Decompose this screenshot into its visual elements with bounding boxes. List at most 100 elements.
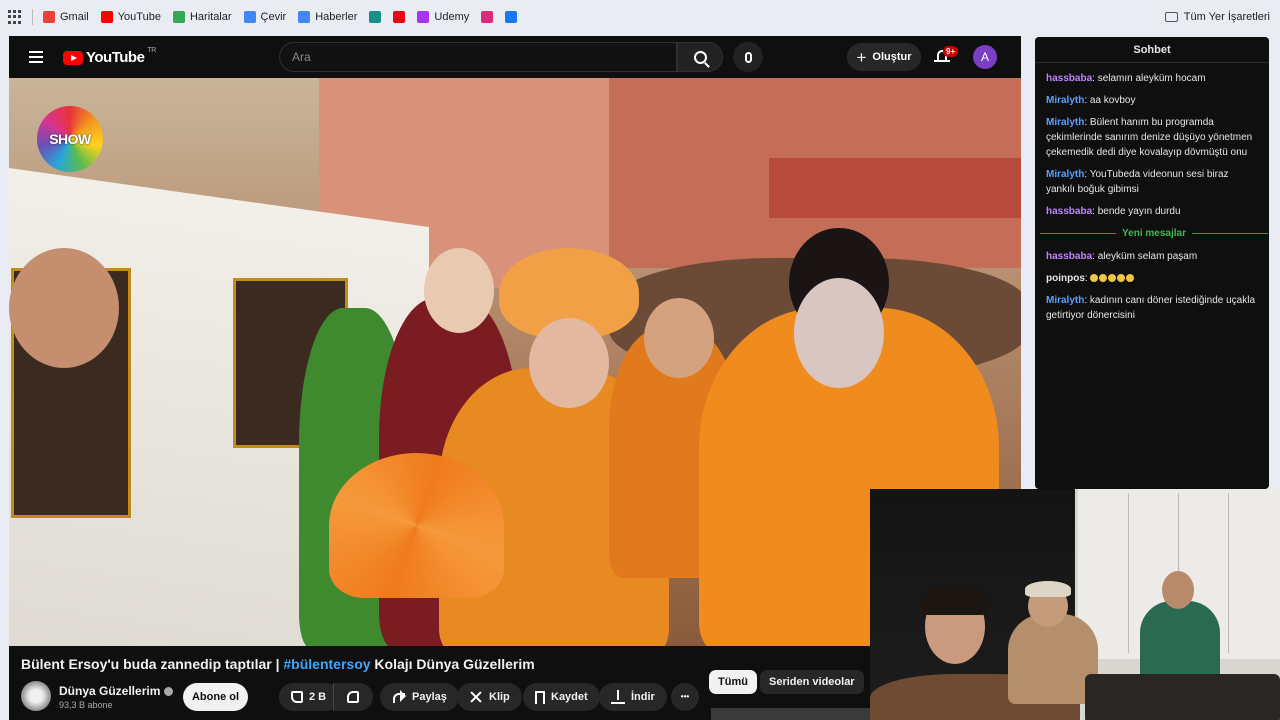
chip-all[interactable]: Tümü (709, 670, 757, 694)
chat-username[interactable]: hassbaba (1046, 206, 1092, 217)
notification-count-badge: 9+ (943, 46, 959, 57)
news-icon (298, 11, 311, 23)
chat-text: bende yayın durdu (1097, 206, 1181, 217)
chat-username[interactable]: Miralyth (1046, 169, 1084, 180)
edge-icon (369, 11, 382, 23)
chat-title: Sohbet (1035, 37, 1269, 63)
share-button[interactable]: Paylaş (380, 683, 459, 711)
bookmark-item[interactable] (505, 11, 518, 23)
apps-grid-icon[interactable] (8, 10, 22, 24)
show-tv-logo: SHOW (37, 106, 103, 172)
gmail-icon (43, 11, 55, 23)
scissors-icon (469, 690, 483, 704)
chat-message: Miralyth: kadının canı döner istediğinde… (1046, 293, 1259, 323)
new-messages-divider: Yeni mesajlar (1040, 226, 1268, 241)
clap-emoji-icon (1099, 274, 1108, 282)
bookmark-item[interactable] (393, 11, 406, 23)
chat-username[interactable]: Miralyth (1046, 295, 1084, 306)
udemy-icon (417, 11, 430, 23)
video-scene-fan (329, 453, 504, 598)
channel-name-link[interactable]: Dünya Güzellerim (59, 684, 174, 698)
video-scene-hand (9, 248, 119, 368)
menu-icon[interactable] (29, 51, 43, 63)
more-actions-button[interactable]: ••• (671, 683, 699, 711)
chat-message: Miralyth: aa kovboy (1046, 93, 1259, 108)
save-label: Kaydet (551, 691, 588, 703)
chat-username[interactable]: Miralyth (1046, 117, 1084, 128)
bookmark-label: Haberler (315, 11, 358, 23)
bookmark-item[interactable]: Haberler (298, 11, 357, 23)
video-scene-face (529, 318, 609, 408)
search-icon (693, 50, 707, 64)
translate-icon (243, 11, 256, 23)
chat-username[interactable]: Miralyth (1046, 95, 1084, 106)
subscribe-button[interactable]: Abone ol (183, 683, 248, 711)
bookmark-list: Gmail YouTube Haritalar Çevir Haberler Udemy (43, 11, 529, 23)
bookmark-item[interactable] (369, 11, 382, 23)
bookmark-item[interactable]: Udemy (417, 11, 469, 23)
bookmark-icon (535, 690, 545, 704)
webcam-person-body (1140, 601, 1220, 681)
netflix-icon (393, 11, 406, 23)
verified-icon (164, 686, 174, 696)
bookmark-label: Udemy (434, 11, 470, 23)
video-scene-awning (769, 158, 1021, 218)
bookmark-label: YouTube (117, 11, 161, 23)
chip-series-videos[interactable]: Seriden videolar (760, 670, 864, 694)
channel-avatar[interactable] (21, 681, 51, 711)
chat-message: Miralyth: Bülent hanım bu programda çeki… (1046, 115, 1259, 160)
microphone-icon (744, 51, 752, 63)
youtube-logo-text: YouTube (86, 49, 145, 66)
dislike-button[interactable] (333, 683, 373, 711)
clap-emoji-icon (1117, 274, 1126, 282)
chat-text: aleyküm selam paşam (1097, 251, 1198, 262)
save-button[interactable]: Kaydet (523, 683, 600, 711)
like-button[interactable]: 2 B (279, 683, 341, 711)
youtube-logo[interactable]: YouTube TR (63, 47, 156, 66)
bookmark-item[interactable]: Haritalar (172, 11, 232, 23)
video-scene-face (644, 298, 714, 378)
bookmark-item[interactable]: YouTube (100, 11, 161, 23)
bookmark-label: Haritalar (189, 11, 232, 23)
chat-message: hassbaba: bende yayın durdu (1046, 204, 1259, 219)
region-code: TR (147, 47, 156, 54)
chat-message: hassbaba: selamın aleyküm hocam (1046, 71, 1259, 86)
chat-message: poinpos: (1046, 271, 1259, 286)
download-icon (611, 690, 625, 704)
webcam-person-hat (1025, 581, 1071, 597)
all-bookmarks-button[interactable]: Tüm Yer İşaretleri (1164, 0, 1270, 34)
thumbs-up-icon (291, 691, 303, 703)
chat-text: selamın aleyküm hocam (1097, 73, 1206, 84)
create-label: Oluştur (872, 51, 912, 63)
account-avatar[interactable]: A (973, 45, 997, 69)
clip-button[interactable]: Klip (457, 683, 522, 711)
like-count: 2 B (309, 691, 327, 703)
bookmarks-bar: Gmail YouTube Haritalar Çevir Haberler Udemy … (0, 0, 1280, 34)
chat-username[interactable]: hassbaba (1046, 73, 1092, 84)
bookmark-item[interactable]: Gmail (43, 11, 89, 23)
video-title-hashtag[interactable]: #bülentersoy (283, 656, 370, 672)
bookmark-item[interactable] (481, 11, 494, 23)
search-input[interactable]: Ara (279, 42, 677, 72)
bookmark-label: Gmail (60, 11, 89, 23)
voice-search-button[interactable] (733, 42, 763, 72)
search-button[interactable] (677, 42, 723, 72)
video-title-text-end: Kolajı Dünya Güzellerim (370, 656, 535, 672)
video-title-text: Bülent Ersoy'u buda zannedip taptılar | (21, 656, 284, 672)
webcam-person-hair (922, 585, 988, 615)
webcam-overlay (870, 489, 1280, 720)
download-button[interactable]: İndir (599, 683, 667, 711)
chat-username[interactable]: poinpos (1046, 273, 1085, 284)
recommended-video-thumbnail[interactable] (711, 708, 881, 720)
plus-icon: + (856, 47, 867, 67)
chat-message: hassbaba: aleyküm selam paşam (1046, 249, 1259, 264)
download-label: İndir (631, 691, 655, 703)
video-scene-face (424, 248, 494, 333)
create-button[interactable]: + Oluştur (847, 43, 921, 71)
folder-icon (1164, 12, 1178, 22)
channel-name: Dünya Güzellerim (59, 684, 161, 698)
bookmark-item[interactable]: Çevir (243, 11, 286, 23)
share-icon (392, 690, 406, 704)
chat-username[interactable]: hassbaba (1046, 251, 1092, 262)
subscriber-count: 93,3 B abone (59, 700, 113, 710)
